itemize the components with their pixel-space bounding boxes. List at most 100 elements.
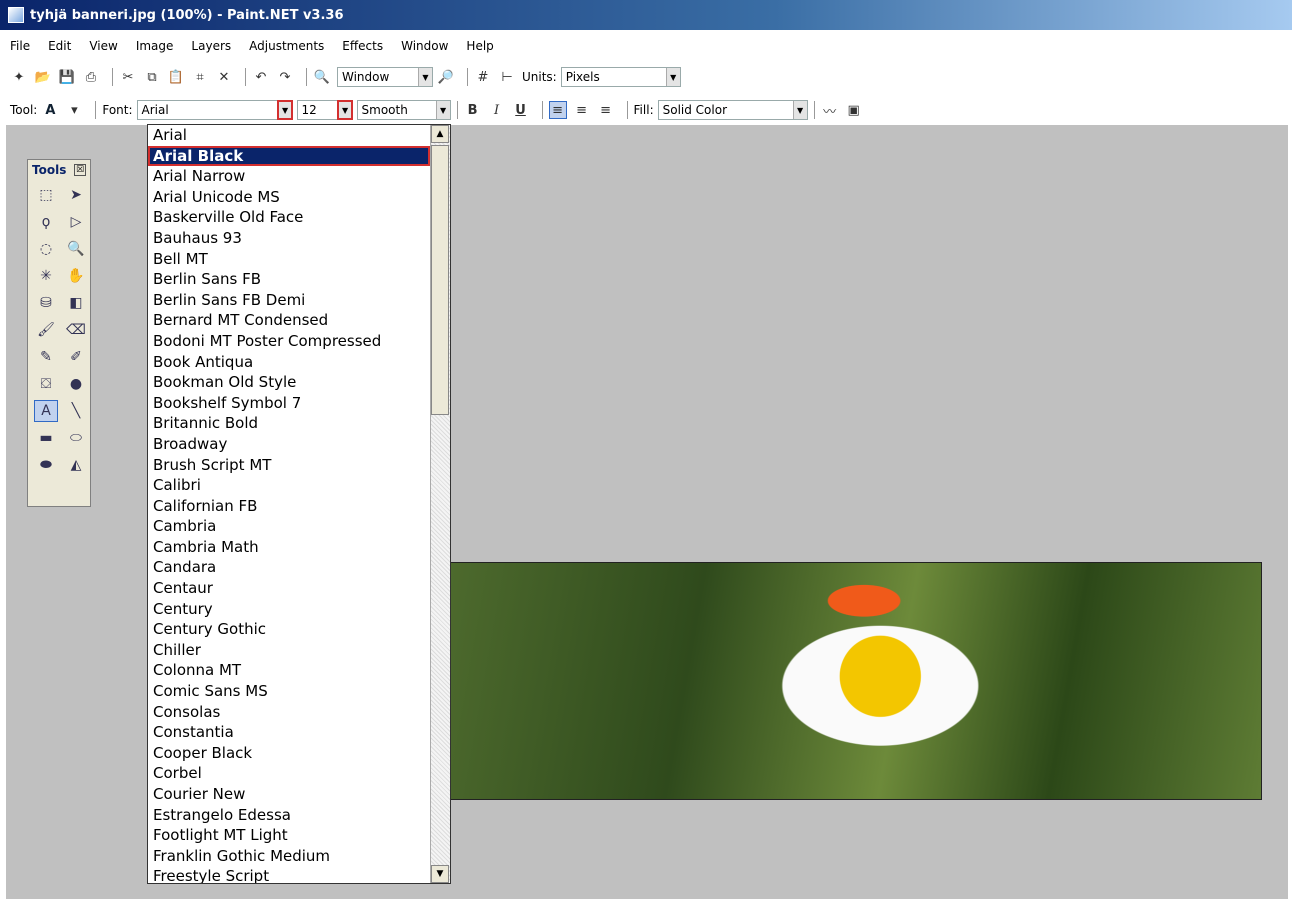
menu-file[interactable]: File	[10, 39, 30, 53]
chevron-down-icon[interactable]: ▼	[665, 68, 680, 86]
paint-bucket-icon[interactable]: ⛁	[34, 292, 58, 314]
close-icon[interactable]: ☒	[74, 164, 86, 176]
font-list-item[interactable]: Bookshelf Symbol 7	[148, 393, 430, 414]
font-list-item[interactable]: Chiller	[148, 640, 430, 661]
font-list-item[interactable]: Arial Unicode MS	[148, 187, 430, 208]
font-list-item[interactable]: Corbel	[148, 763, 430, 784]
zoom-combo[interactable]: Window ▼	[337, 67, 433, 87]
antialiasing-icon[interactable]: 〰	[821, 101, 839, 120]
antialias-combo[interactable]: Smooth ▼	[356, 100, 451, 120]
italic-button[interactable]: I	[488, 101, 506, 119]
font-list-item[interactable]: Colonna MT	[148, 660, 430, 681]
font-list-item[interactable]: Franklin Gothic Medium	[148, 846, 430, 867]
font-list-item[interactable]: Footlight MT Light	[148, 825, 430, 846]
text-tool-icon[interactable]: A	[41, 101, 59, 119]
rounded-rectangle-icon[interactable]: ⬭	[64, 427, 88, 449]
redo-icon[interactable]: ↷	[276, 68, 294, 86]
pan-icon[interactable]: ✋	[64, 265, 88, 287]
align-left-icon[interactable]: ≡	[548, 101, 567, 119]
color-picker-icon[interactable]: ✐	[64, 346, 88, 368]
menu-adjustments[interactable]: Adjustments	[249, 39, 324, 53]
font-size-combo[interactable]: 12 ▼	[296, 100, 353, 120]
ellipse-select-icon[interactable]: ◌	[34, 238, 58, 260]
pencil-icon[interactable]: ✎	[34, 346, 58, 368]
font-list-item[interactable]: Arial	[148, 125, 430, 146]
align-right-icon[interactable]: ≡	[597, 101, 615, 119]
font-list-item[interactable]: Bernard MT Condensed	[148, 310, 430, 331]
font-list-item[interactable]: Arial Narrow	[148, 166, 430, 187]
font-list-item[interactable]: Cambria Math	[148, 537, 430, 558]
font-list-item[interactable]: Freestyle Script	[148, 866, 430, 883]
underline-button[interactable]: U	[512, 101, 530, 119]
zoom-in-icon[interactable]: 🔎	[437, 68, 455, 86]
chevron-down-icon[interactable]: ▼	[792, 101, 807, 119]
font-list-item[interactable]: Courier New	[148, 784, 430, 805]
menu-window[interactable]: Window	[401, 39, 448, 53]
font-list-item[interactable]: Bauhaus 93	[148, 228, 430, 249]
font-list-item[interactable]: Berlin Sans FB Demi	[148, 290, 430, 311]
clone-stamp-icon[interactable]: ⛋	[34, 373, 58, 395]
units-combo[interactable]: Pixels ▼	[560, 67, 681, 87]
move-selection-icon[interactable]: ➤	[64, 184, 88, 206]
move-selected-icon[interactable]: ▷	[64, 211, 88, 233]
font-combo[interactable]: Arial ▼	[136, 100, 293, 120]
menu-help[interactable]: Help	[466, 39, 493, 53]
recolor-icon[interactable]: ●	[64, 373, 88, 395]
open-icon[interactable]: 📂	[34, 68, 52, 86]
font-list-item[interactable]: Bookman Old Style	[148, 372, 430, 393]
banner-image[interactable]	[450, 562, 1262, 800]
zoom-icon[interactable]: 🔍	[64, 238, 88, 260]
copy-icon[interactable]: ⧉	[143, 68, 161, 86]
cut-icon[interactable]: ✂	[119, 68, 137, 86]
font-list-item[interactable]: Broadway	[148, 434, 430, 455]
lasso-select-icon[interactable]: ϙ	[34, 211, 58, 233]
menu-effects[interactable]: Effects	[342, 39, 383, 53]
chevron-down-icon[interactable]: ▼	[435, 101, 450, 119]
gradient-icon[interactable]: ◧	[64, 292, 88, 314]
font-list-item[interactable]: Book Antiqua	[148, 352, 430, 373]
chevron-down-icon[interactable]: ▼	[336, 100, 353, 120]
font-list-item[interactable]: Bell MT	[148, 249, 430, 270]
fill-combo[interactable]: Solid Color ▼	[657, 100, 808, 120]
paste-icon[interactable]: 📋	[167, 68, 185, 86]
font-list-item[interactable]: Californian FB	[148, 496, 430, 517]
paintbrush-icon[interactable]: 🖌	[34, 319, 58, 341]
chevron-down-icon[interactable]: ▼	[431, 865, 449, 883]
font-list-item[interactable]: Bodoni MT Poster Compressed	[148, 331, 430, 352]
blend-mode-icon[interactable]: ▣	[845, 101, 863, 119]
text-icon[interactable]: A	[34, 400, 58, 422]
font-list-item[interactable]: Arial Black	[148, 145, 430, 167]
rectangle-select-icon[interactable]: ⬚	[34, 184, 58, 206]
font-list-item[interactable]: Consolas	[148, 702, 430, 723]
bold-button[interactable]: B	[464, 101, 482, 119]
font-list-item[interactable]: Candara	[148, 557, 430, 578]
undo-icon[interactable]: ↶	[252, 68, 270, 86]
grid-icon[interactable]: #	[474, 68, 492, 86]
font-list-item[interactable]: Brush Script MT	[148, 455, 430, 476]
font-list-item[interactable]: Cooper Black	[148, 743, 430, 764]
menu-layers[interactable]: Layers	[191, 39, 231, 53]
zoom-out-icon[interactable]: 🔍	[313, 68, 331, 86]
font-list-item[interactable]: Comic Sans MS	[148, 681, 430, 702]
crop-icon[interactable]: ⌗	[191, 68, 209, 86]
font-list-item[interactable]: Century	[148, 599, 430, 620]
freeform-shape-icon[interactable]: ◭	[64, 454, 88, 476]
align-center-icon[interactable]: ≡	[573, 101, 591, 119]
rectangle-icon[interactable]: ▬	[34, 427, 58, 449]
chevron-down-icon[interactable]: ▾	[65, 101, 83, 119]
font-list-item[interactable]: Baskerville Old Face	[148, 207, 430, 228]
font-list-item[interactable]: Century Gothic	[148, 619, 430, 640]
magic-wand-icon[interactable]: ✳	[34, 265, 58, 287]
print-icon[interactable]: ⎙	[82, 68, 100, 86]
font-list-item[interactable]: Centaur	[148, 578, 430, 599]
chevron-up-icon[interactable]: ▲	[431, 125, 449, 143]
eraser-icon[interactable]: ⌫	[64, 319, 88, 341]
font-list-item[interactable]: Cambria	[148, 516, 430, 537]
line-curve-icon[interactable]: ╲	[64, 400, 88, 422]
menu-image[interactable]: Image	[136, 39, 174, 53]
new-icon[interactable]: ✦	[10, 68, 28, 86]
scrollbar-thumb[interactable]	[431, 145, 449, 415]
font-list-scrollbar[interactable]: ▲ ▼	[430, 125, 450, 883]
save-icon[interactable]: 💾	[58, 68, 76, 86]
ellipse-icon[interactable]: ⬬	[34, 454, 58, 476]
